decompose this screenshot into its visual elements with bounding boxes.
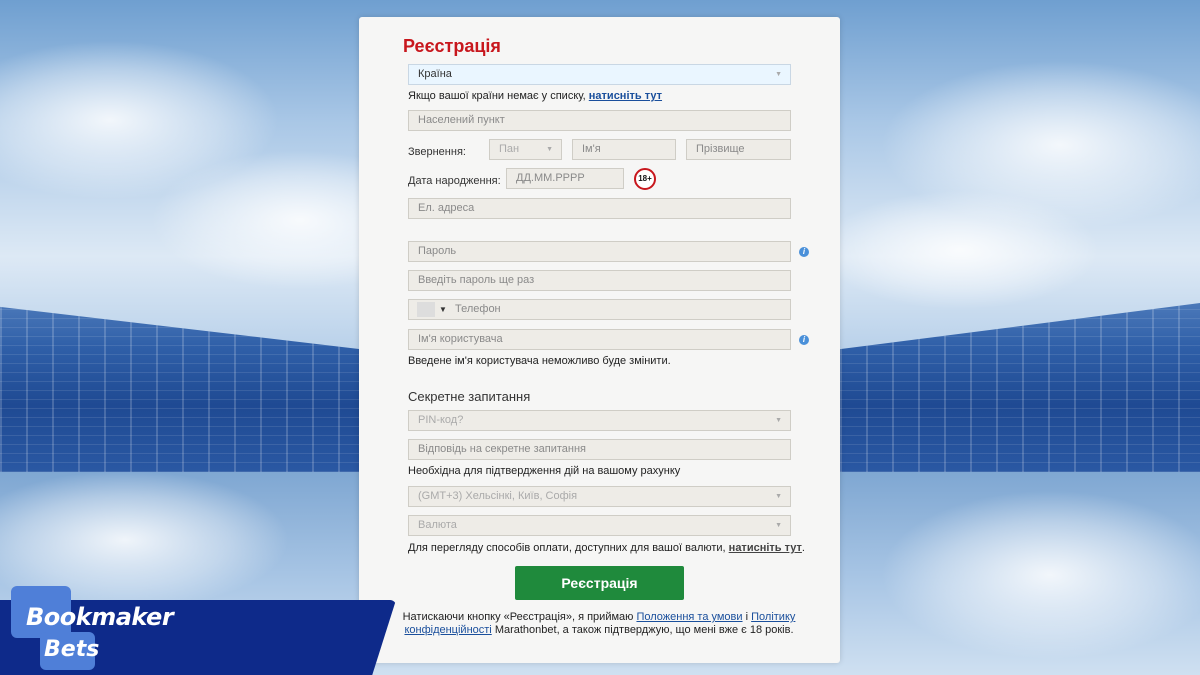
chevron-down-icon: ▼ bbox=[546, 146, 553, 153]
registration-panel: Реєстрація Країна ▼ Якщо вашої країни не… bbox=[359, 17, 840, 663]
country-note: Якщо вашої країни немає у списку, натисн… bbox=[408, 90, 662, 102]
secret-question-value: PIN-код? bbox=[418, 414, 464, 426]
flag-icon[interactable] bbox=[417, 302, 435, 317]
country-select[interactable]: Країна ▼ bbox=[408, 64, 791, 85]
secret-answer-input[interactable]: Відповідь на секретне запитання bbox=[408, 439, 791, 460]
logo-line1: Bookmaker bbox=[26, 603, 174, 631]
country-link[interactable]: натисніть тут bbox=[589, 90, 662, 102]
currency-link[interactable]: натисніть тут bbox=[729, 542, 802, 554]
terms-text-part: Натискаючи кнопку «Реєстрація», я прийма… bbox=[402, 611, 634, 623]
terms-text: Натискаючи кнопку «Реєстрація», я прийма… bbox=[399, 611, 799, 637]
chevron-down-icon: ▼ bbox=[775, 493, 782, 500]
terms-text-part: Marathonbet, а також підтверджую, що мен… bbox=[494, 624, 794, 636]
cloud bbox=[880, 490, 1200, 660]
secret-question-select[interactable]: PIN-код? ▼ bbox=[408, 410, 791, 431]
currency-value: Валюта bbox=[418, 519, 457, 531]
country-select-label: Країна bbox=[418, 68, 452, 80]
salutation-select[interactable]: Пан ▼ bbox=[489, 139, 562, 160]
salutation-label: Звернення: bbox=[408, 146, 466, 158]
cloud bbox=[820, 190, 1100, 310]
currency-note: Для перегляду способів оплати, доступних… bbox=[408, 542, 805, 554]
last-name-input[interactable]: Прізвище bbox=[686, 139, 791, 160]
password-input[interactable]: Пароль bbox=[408, 241, 791, 262]
info-icon[interactable]: i bbox=[799, 335, 809, 345]
chevron-down-icon[interactable]: ▼ bbox=[439, 300, 447, 319]
page-title: Реєстрація bbox=[403, 36, 501, 56]
terms-text-part: і bbox=[745, 611, 749, 623]
city-input[interactable]: Населений пункт bbox=[408, 110, 791, 131]
stadium-left bbox=[0, 306, 360, 472]
register-button[interactable]: Реєстрація bbox=[515, 566, 684, 600]
chevron-down-icon: ▼ bbox=[775, 71, 782, 78]
first-name-input[interactable]: Ім'я bbox=[572, 139, 676, 160]
salutation-value: Пан bbox=[499, 143, 520, 155]
age-18-badge-icon: 18+ bbox=[634, 168, 656, 190]
password-repeat-input[interactable]: Введіть пароль ще раз bbox=[408, 270, 791, 291]
phone-input[interactable]: ▼ Телефон bbox=[408, 299, 791, 320]
email-input[interactable]: Ел. адреса bbox=[408, 198, 791, 219]
username-input[interactable]: Ім'я користувача bbox=[408, 329, 791, 350]
username-note: Введене ім'я користувача неможливо буде … bbox=[408, 355, 671, 367]
info-icon[interactable]: i bbox=[799, 247, 809, 257]
chevron-down-icon: ▼ bbox=[775, 417, 782, 424]
country-note-text: Якщо вашої країни немає у списку, bbox=[408, 90, 586, 102]
currency-note-end: . bbox=[801, 542, 805, 554]
birthdate-input[interactable]: ДД.ММ.РРРР bbox=[506, 168, 624, 189]
secret-note: Необхідна для підтвердження дій на вашом… bbox=[408, 465, 681, 477]
timezone-value: (GMT+3) Хельсінкі, Київ, Софія bbox=[418, 490, 578, 502]
logo-line2: Bets bbox=[44, 637, 100, 662]
currency-select[interactable]: Валюта ▼ bbox=[408, 515, 791, 536]
phone-placeholder: Телефон bbox=[455, 303, 501, 315]
timezone-select[interactable]: (GMT+3) Хельсінкі, Київ, Софія ▼ bbox=[408, 486, 791, 507]
terms-conditions-link[interactable]: Положення та умови bbox=[636, 611, 742, 623]
birthdate-label: Дата народження: bbox=[408, 175, 501, 187]
stadium-right bbox=[840, 303, 1200, 472]
chevron-down-icon: ▼ bbox=[775, 522, 782, 529]
currency-note-text: Для перегляду способів оплати, доступних… bbox=[408, 542, 726, 554]
secret-section-title: Секретне запитання bbox=[408, 389, 531, 404]
